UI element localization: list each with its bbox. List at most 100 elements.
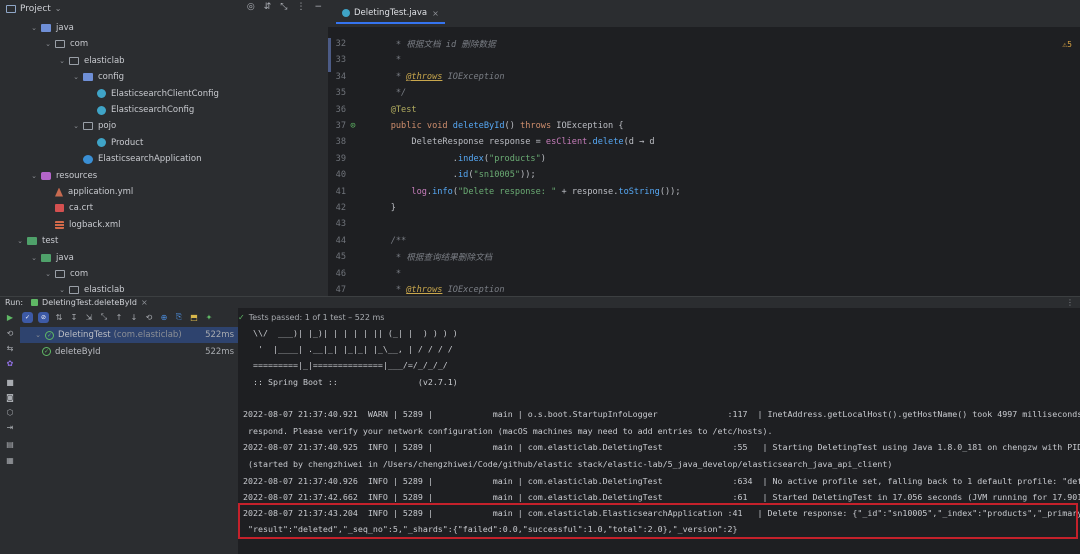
line-number: 34 [335, 71, 346, 82]
tree-item[interactable]: ⌄ test [16, 233, 58, 249]
tree-item[interactable]: application.yml [44, 184, 133, 200]
tree-item[interactable]: ElasticsearchApplication [72, 151, 201, 167]
code-token: + response. [556, 186, 619, 197]
code-line: 37 ⊙ public void deleteById() throws IOEx… [328, 118, 1080, 134]
console-output[interactable]: ✓ Tests passed: 1 of 1 test – 522 ms \\/… [238, 308, 1080, 554]
expand-all-icon[interactable]: ⇲ [84, 313, 94, 322]
tree-item-label: ElasticsearchConfig [111, 105, 195, 115]
console-line: 2022-08-07 21:37:40.925 INFO | 5289 | ma… [243, 442, 1080, 452]
history-icon[interactable]: ⟲ [144, 313, 154, 322]
sort-duration-icon[interactable]: ↧ [69, 313, 79, 322]
tree-item[interactable]: ⌄ com [44, 266, 88, 282]
line-number: 45 [335, 252, 346, 263]
layout-icon[interactable]: ▤ [5, 440, 15, 450]
tree-item[interactable]: ⌄ elasticlab [58, 282, 125, 296]
code-editor[interactable]: ⚠5 32 * 根据文档 id 删除数据 33 * 34 * @throws IOE… [328, 28, 1080, 296]
tree-item-label: ElasticsearchClientConfig [111, 88, 219, 99]
tree-item[interactable]: ⌄ elasticlab [58, 53, 125, 69]
hide-panel-icon[interactable]: − [314, 2, 322, 12]
previous-icon[interactable]: ↑ [114, 313, 124, 322]
close-icon[interactable]: × [141, 298, 148, 307]
stop-icon[interactable]: ■ [5, 378, 15, 388]
console-line: 2022-08-07 21:37:40.921 WARN | 5289 | ma… [243, 409, 1080, 419]
test-row[interactable]: ⌄ ✓ DeletingTest (com.elasticlab) 522ms [20, 327, 238, 343]
tree-item[interactable]: ca.crt [44, 200, 93, 216]
chevron-down-icon[interactable]: ⌄ [34, 331, 42, 339]
resources-folder-icon [41, 171, 51, 180]
tree-item[interactable]: ElasticsearchClientConfig [86, 86, 219, 102]
code-token: deleteById [452, 121, 505, 131]
run-test-icon[interactable]: ⊙ [348, 121, 358, 131]
rerun-icon[interactable]: ▶ [5, 313, 15, 323]
tree-item[interactable]: ⌄ config [72, 69, 124, 85]
show-ignored-icon[interactable]: ⊘ [38, 311, 49, 323]
tree-item-label: resources [56, 170, 98, 181]
tree-item[interactable]: ⌄ java [30, 20, 74, 36]
chevron-down-icon[interactable]: ⌄ [44, 270, 52, 278]
close-icon[interactable]: × [432, 9, 439, 18]
java-class-icon [342, 9, 350, 17]
tree-item[interactable]: ⌄ java [30, 250, 74, 266]
camera-icon[interactable]: ◙ [5, 393, 15, 403]
test-row[interactable]: ✓ deleteById 522ms [20, 344, 238, 360]
options-icon[interactable]: ⋮ [296, 2, 305, 12]
code-text: */ [370, 88, 406, 98]
show-passed-icon[interactable]: ✓ [22, 311, 33, 323]
exit-icon[interactable]: ⇥ [5, 423, 15, 433]
next-icon[interactable]: ↓ [129, 313, 139, 322]
code-text: * [370, 269, 401, 279]
chevron-down-icon[interactable]: ⌄ [58, 57, 66, 65]
console-line: ' |____| .__|_| |_|_| |_\__, | / / / / [248, 344, 453, 354]
chevron-down-icon[interactable]: ⌄ [55, 4, 62, 13]
collapse-all-icon[interactable]: ⤡ [280, 2, 287, 12]
chevron-down-icon[interactable]: ⌄ [72, 73, 80, 81]
chevron-down-icon[interactable]: ⌄ [30, 172, 38, 180]
code-token: public void [370, 121, 453, 131]
pin-icon[interactable]: ⬡ [5, 408, 15, 418]
tree-item-label: config [98, 72, 125, 83]
chevron-down-icon[interactable]: ⌄ [44, 40, 52, 48]
expand-all-icon[interactable]: ⇵ [264, 2, 272, 12]
test-name: DeletingTest [58, 330, 111, 340]
sort-alpha-icon[interactable]: ⇅ [54, 313, 64, 322]
gear-icon[interactable]: ✿ [5, 359, 15, 369]
run-tab-deletebyid[interactable]: DeletingTest.deleteById × [31, 298, 148, 307]
tree-item[interactable]: ⌄ resources [30, 168, 97, 184]
export-icon[interactable]: ⎘ [174, 312, 184, 322]
coverage-icon[interactable]: ⬒ [189, 313, 199, 322]
code-token: IOException { [556, 121, 624, 131]
tree-item[interactable]: ⌄ com [44, 36, 88, 52]
tree-item-label: Product [111, 137, 144, 148]
options-icon[interactable]: ⋮ [1066, 298, 1074, 307]
import-icon[interactable]: ⊕ [159, 313, 169, 322]
chevron-down-icon[interactable]: ⌄ [30, 24, 38, 32]
code-token: "products" [489, 153, 541, 164]
code-line: 39 .index("products") [328, 151, 1080, 167]
collapse-all-icon[interactable]: ⤡ [99, 312, 109, 322]
toggle-auto-test-icon[interactable]: ⇆ [5, 344, 15, 354]
chevron-down-icon[interactable]: ⌄ [30, 254, 38, 262]
code-text: public void deleteById() throws IOExcept… [370, 121, 624, 131]
chevron-down-icon[interactable]: ⌄ [16, 237, 24, 245]
tree-item[interactable]: logback.xml [44, 217, 121, 233]
tree-item[interactable]: ElasticsearchConfig [86, 102, 194, 118]
debug-icon[interactable]: ✦ [204, 313, 214, 322]
tree-item[interactable]: ⌄ pojo [72, 118, 116, 134]
line-number: 32 [335, 39, 346, 49]
chevron-down-icon[interactable]: ⌄ [72, 122, 80, 130]
console-line: (started by chengzhiwei in /Users/chengz… [243, 459, 893, 469]
tree-item[interactable]: Product [86, 135, 143, 151]
more-icon[interactable]: ▦ [5, 456, 15, 466]
chevron-down-icon[interactable]: ⌄ [58, 286, 66, 294]
project-panel: Project ⌄ ◎ ⇵ ⤡ ⋮ − ⌄ java ⌄ com ⌄ elasticlab… [0, 0, 328, 296]
editor-tab-label: DeletingTest.java [354, 8, 428, 18]
rerun-failed-icon[interactable]: ⟲ [5, 329, 15, 339]
code-token: @throws [406, 285, 443, 295]
class-icon [97, 138, 106, 148]
code-line: 47 * @throws IOException [328, 282, 1080, 296]
folder-icon [55, 270, 65, 278]
code-text: * 根据查询结果删除文档 [370, 251, 492, 263]
passed-icon: ✓ [238, 312, 245, 322]
editor-tab-deletingtest[interactable]: DeletingTest.java × [336, 4, 445, 24]
locate-icon[interactable]: ◎ [247, 2, 255, 12]
